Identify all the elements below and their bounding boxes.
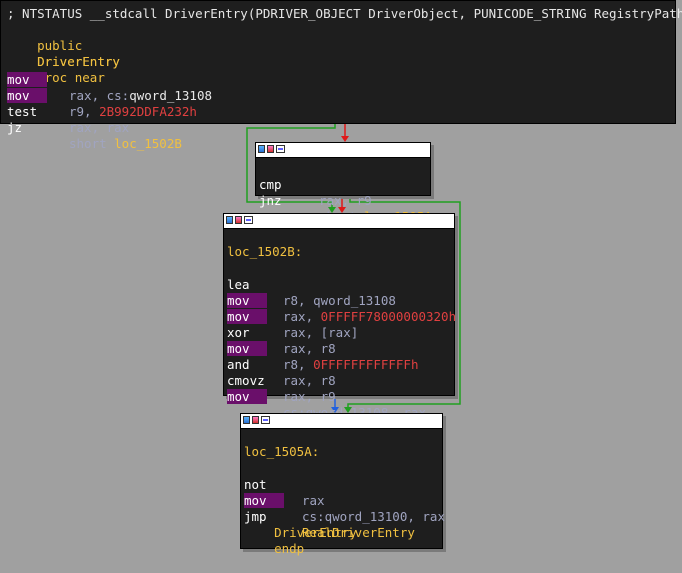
instruction-row[interactable]: mov rax, 0FFFFF78000000320h (227, 277, 456, 324)
instruction-row[interactable]: lea r8, qword_13108 (227, 261, 453, 308)
function-signature-comment: ; NTSTATUS __stdcall DriverEntry(PDRIVER… (7, 6, 682, 21)
instruction-row[interactable]: test rax, rax (7, 88, 607, 135)
basic-block-cmp[interactable]: cmp rax, r9 jnz short loc_1505A (255, 142, 432, 224)
text-view-icon[interactable] (276, 145, 285, 153)
instruction-row[interactable]: mov cs:qword_13108, rax (227, 373, 453, 420)
instruction-row[interactable]: cmovz rax, r9 (227, 357, 453, 404)
basic-block-driverentry[interactable]: ; NTSTATUS __stdcall DriverEntry(PDRIVER… (0, 0, 682, 151)
text-view-icon[interactable] (244, 216, 253, 224)
instruction-row[interactable]: jz short loc_1502B (7, 104, 607, 151)
instruction-row[interactable]: mov r9, 2B992DDFA232h (7, 72, 607, 119)
text-view-icon[interactable] (261, 416, 270, 424)
block-header (241, 414, 442, 429)
mnemonic: jnz (259, 193, 282, 208)
edit-color-icon[interactable] (252, 416, 259, 424)
endp-keyword: endp (274, 541, 305, 556)
basic-block-loc-1505a[interactable]: loc_1505A: not rax mov cs:qword_13100, r… (240, 413, 445, 556)
instruction-row[interactable]: jmp RealDriverEntry (244, 493, 441, 540)
graph-color-icon[interactable] (258, 145, 265, 153)
jump-target[interactable]: loc_1502B (114, 136, 182, 151)
instruction-row[interactable]: mov cs:qword_13100, rax (244, 477, 445, 524)
instruction-row[interactable]: mov rax, cs:qword_13108 (7, 56, 607, 103)
instruction-row[interactable]: mov r8, 0FFFFFFFFFFFFh (227, 325, 453, 372)
graph-color-icon[interactable] (243, 416, 250, 424)
instruction-row[interactable]: jnz short loc_1505A (259, 177, 432, 224)
edit-color-icon[interactable] (235, 216, 242, 224)
mnemonic: jz (7, 120, 23, 135)
block-label[interactable]: loc_1505A: (244, 444, 319, 460)
graph-color-icon[interactable] (226, 216, 233, 224)
basic-block-loc-1502b[interactable]: loc_1502B: lea r8, qword_13108 mov rax, … (223, 213, 456, 420)
block-header (256, 143, 430, 158)
instruction-row[interactable]: mov rax, [rax] (227, 293, 453, 340)
instruction-row[interactable]: cmp rax, r9 (259, 161, 429, 208)
instruction-row[interactable]: xor rax, r8 (227, 309, 453, 356)
edit-color-icon[interactable] (267, 145, 274, 153)
block-label[interactable]: loc_1502B: (227, 244, 302, 260)
instruction-row[interactable]: not rax (244, 461, 441, 508)
mnemonic: mov (227, 389, 267, 404)
block-header (224, 214, 454, 229)
endp-name[interactable]: DriverEntry (274, 525, 357, 540)
instruction-row[interactable]: and rax, r8 (227, 341, 453, 388)
